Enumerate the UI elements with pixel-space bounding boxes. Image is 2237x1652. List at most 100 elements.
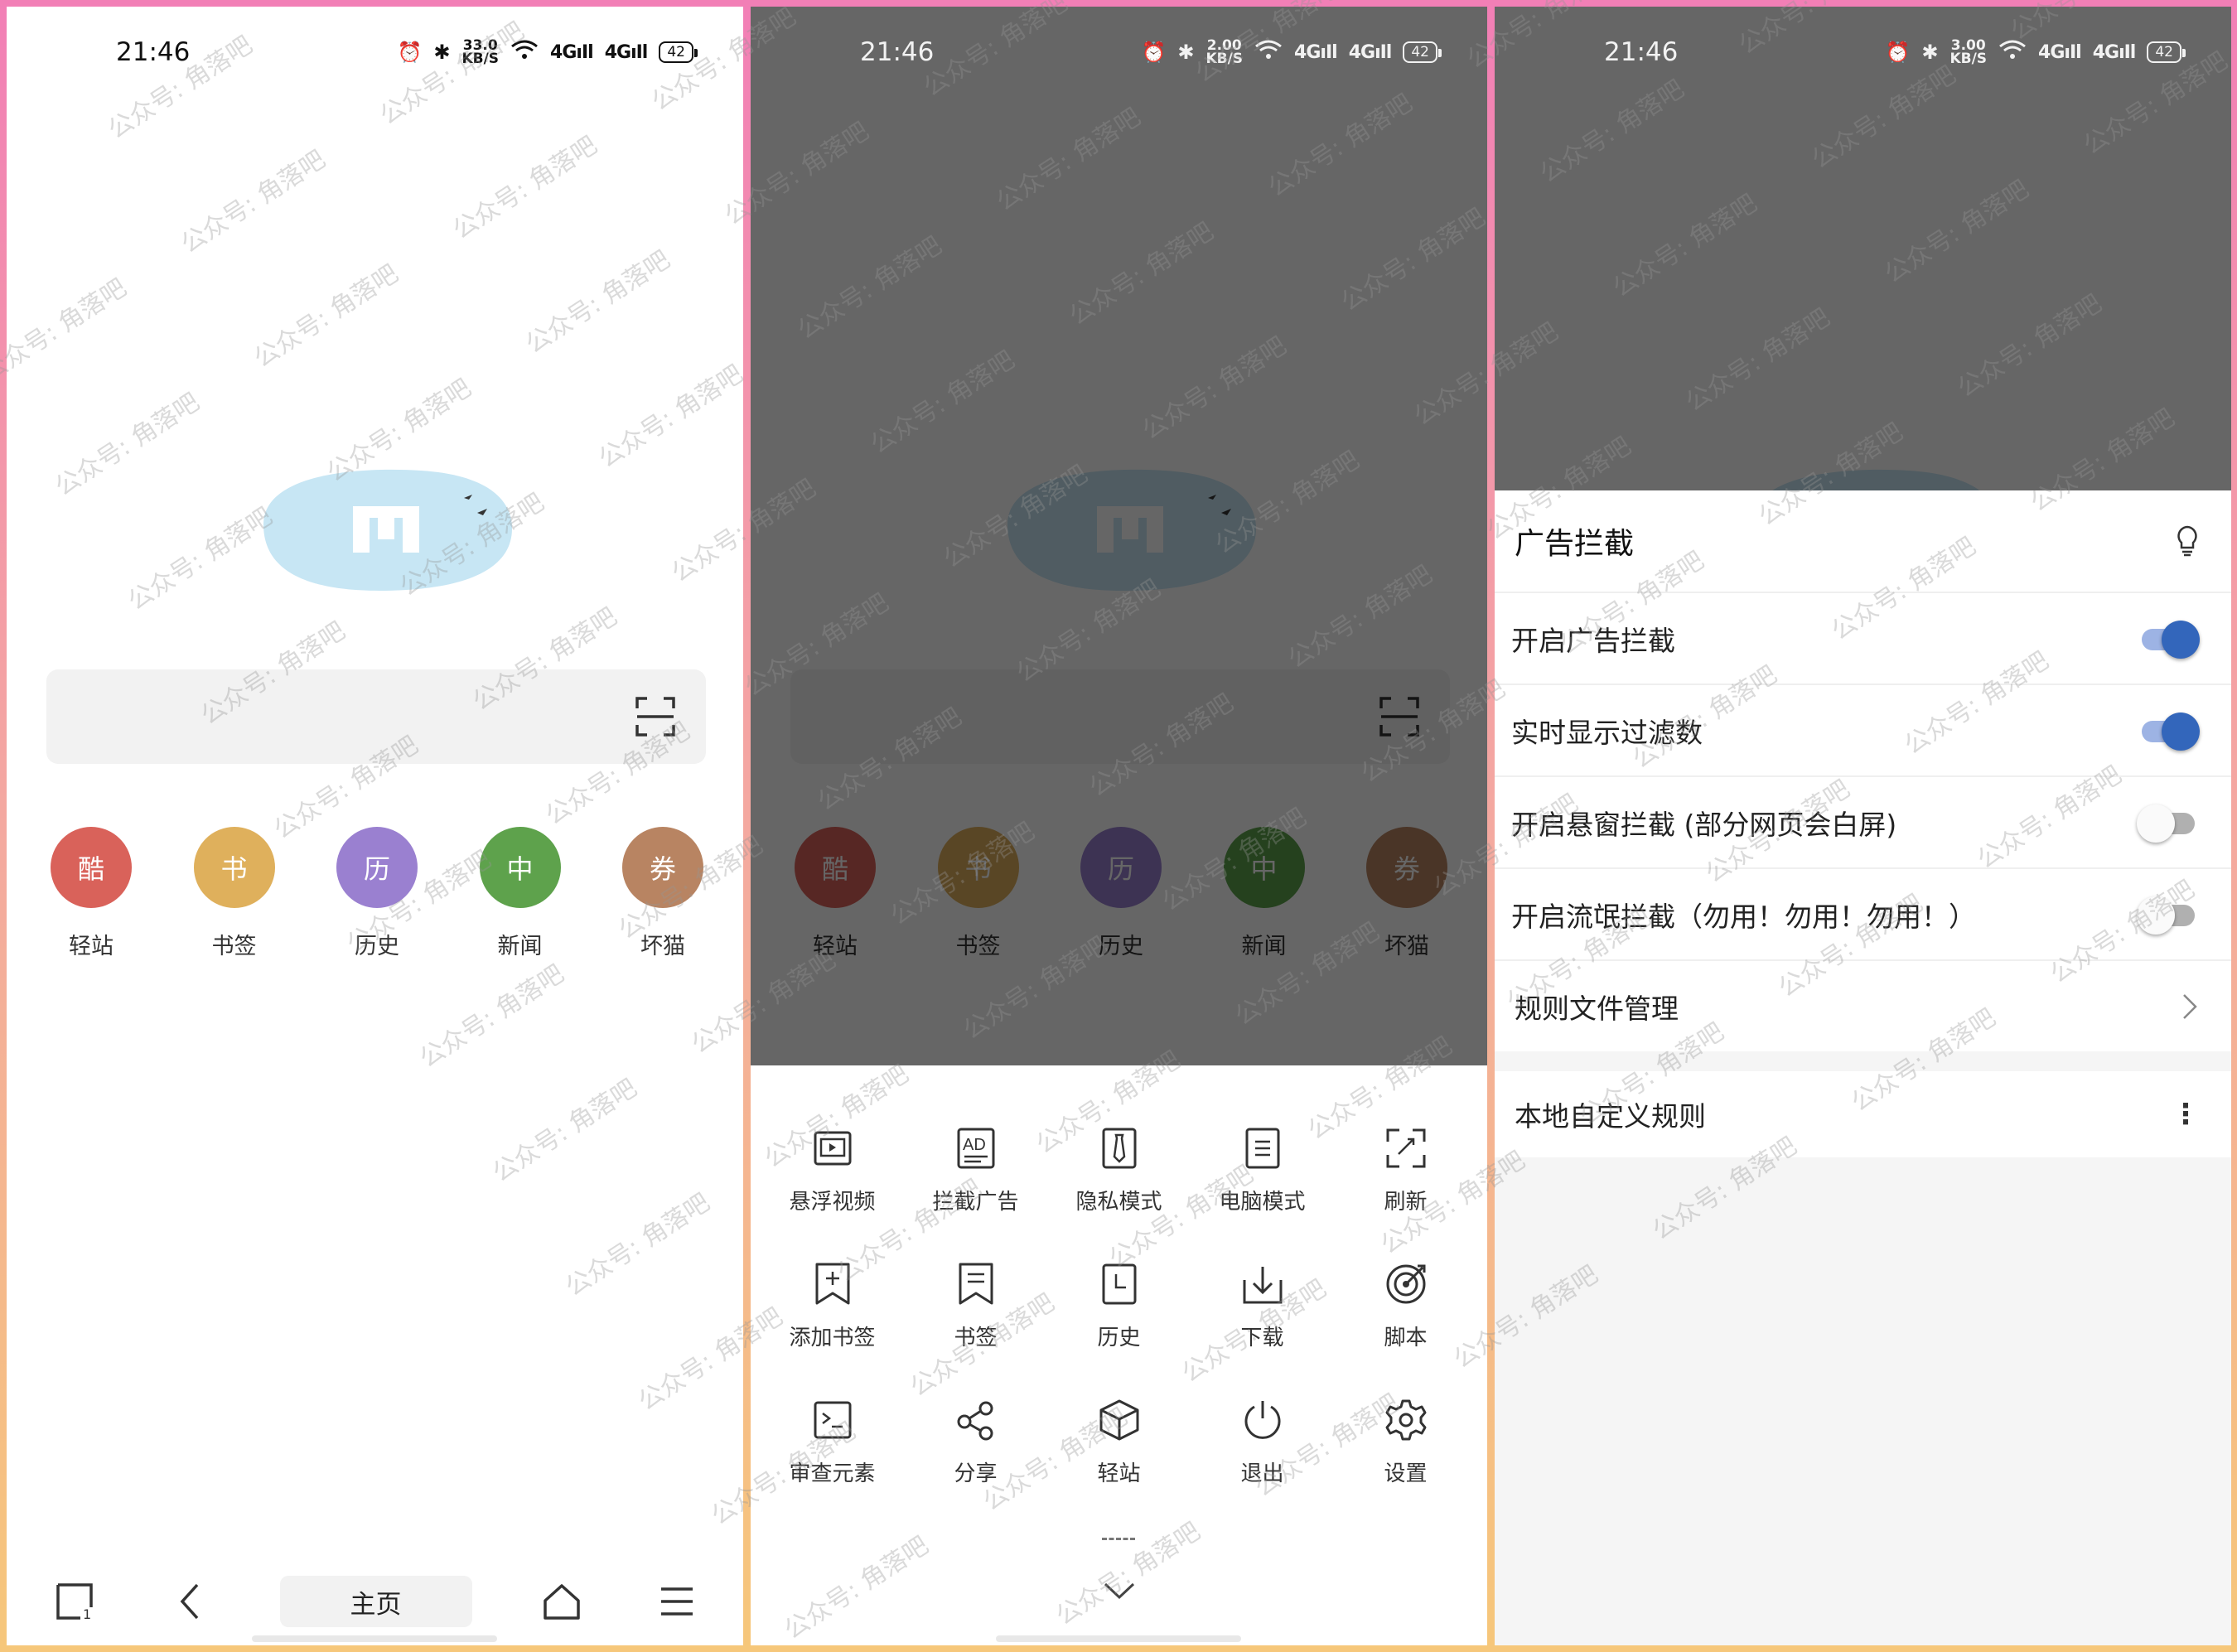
- scan-qr-icon[interactable]: [635, 696, 676, 737]
- status-time: 21:46: [116, 37, 191, 67]
- quick-link-label: 坏猫: [640, 934, 685, 959]
- home-address-button[interactable]: 主页: [279, 1576, 472, 1627]
- signal-4g-icon: 4GıIl: [1294, 41, 1338, 63]
- menu-button[interactable]: [652, 1577, 702, 1626]
- setting-floating-window-block[interactable]: 开启悬窗拦截 (部分网页会白屏): [1495, 775, 2231, 867]
- menu-item-label: 添加书签: [789, 1326, 876, 1350]
- collapse-chevron-icon[interactable]: [1099, 1579, 1140, 1604]
- menu-item-exit[interactable]: 退出: [1191, 1397, 1334, 1500]
- quick-link-icon: 书: [193, 827, 275, 908]
- quick-link-bad-cat[interactable]: 券 坏猫: [605, 827, 721, 960]
- menu-item-label: 脚本: [1384, 1326, 1428, 1350]
- menu-item-ad-block[interactable]: AD 拦截广告: [904, 1125, 1047, 1228]
- alarm-icon: ⏰: [1141, 41, 1167, 64]
- status-time: 21:46: [1604, 37, 1679, 67]
- setting-custom-rules[interactable]: 本地自定义规则 ⋮: [1495, 1071, 2231, 1157]
- setting-label: 开启广告拦截: [1511, 624, 1675, 657]
- settings-icon: [1383, 1397, 1429, 1443]
- signal-4g-icon: 4GıIl: [2038, 41, 2082, 63]
- bottom-navigation: 1 主页: [7, 1564, 743, 1639]
- setting-label: 规则文件管理: [1515, 992, 1679, 1025]
- network-speed: 33.0 KB/S: [461, 37, 500, 67]
- status-time: 21:46: [860, 37, 935, 67]
- menu-item-add-bookmark[interactable]: 添加书签: [761, 1261, 904, 1364]
- search-bar[interactable]: [46, 669, 706, 764]
- network-speed: 3.00 KB/S: [1950, 37, 1988, 67]
- hamburger-menu-icon: [661, 1587, 693, 1616]
- battery-indicator: 42: [2147, 41, 2186, 63]
- quick-link-history[interactable]: 历 历史: [319, 827, 435, 960]
- floating-video-icon: [809, 1125, 856, 1171]
- wifi-icon: [1998, 39, 2027, 65]
- desktop-mode-icon: [1239, 1125, 1286, 1171]
- alarm-icon: ⏰: [397, 41, 423, 64]
- gesture-bar: [252, 1635, 497, 1642]
- light-site-icon: [1096, 1397, 1143, 1443]
- ad-block-icon: AD: [953, 1125, 999, 1171]
- quick-link-icon: 酷: [51, 827, 132, 908]
- exit-icon: [1239, 1397, 1286, 1443]
- setting-label: 开启悬窗拦截 (部分网页会白屏): [1511, 808, 1897, 841]
- bookmarks-icon: [953, 1261, 999, 1307]
- menu-item-script[interactable]: 脚本: [1334, 1261, 1477, 1364]
- sheet-drag-handle[interactable]: [1102, 1538, 1135, 1540]
- tabs-icon: 1: [56, 1583, 93, 1621]
- menu-item-settings[interactable]: 设置: [1334, 1397, 1477, 1500]
- tabs-button[interactable]: 1: [50, 1577, 99, 1626]
- menu-item-label: 拦截广告: [932, 1190, 1019, 1215]
- quick-link-light-site[interactable]: 酷 轻站: [33, 827, 149, 960]
- svg-text:AD: AD: [963, 1136, 986, 1154]
- menu-item-label: 下载: [1240, 1326, 1284, 1350]
- add-bookmark-icon: [809, 1261, 856, 1307]
- menu-item-share[interactable]: 分享: [904, 1397, 1047, 1500]
- menu-item-label: 退出: [1240, 1461, 1284, 1486]
- menu-item-bookmarks[interactable]: 书签: [904, 1261, 1047, 1364]
- menu-item-download[interactable]: 下载: [1191, 1261, 1334, 1364]
- setting-label: 本地自定义规则: [1515, 1100, 1706, 1133]
- menu-item-privacy-mode[interactable]: 隐私模式: [1047, 1125, 1191, 1228]
- back-button[interactable]: [165, 1577, 215, 1626]
- battery-indicator: 42: [659, 41, 698, 63]
- menu-item-label: 审查元素: [789, 1461, 876, 1486]
- menu-item-floating-video[interactable]: 悬浮视频: [761, 1125, 904, 1228]
- share-icon: [953, 1397, 999, 1443]
- quick-link-icon: 中: [479, 827, 561, 908]
- toggle-switch[interactable]: [2137, 896, 2200, 935]
- browser-logo: [263, 469, 512, 591]
- menu-item-inspect-element[interactable]: 审查元素: [761, 1397, 904, 1500]
- more-options-icon[interactable]: ⋮: [2172, 1098, 2200, 1131]
- quick-link-icon: 券: [622, 827, 703, 908]
- setting-show-filter-count[interactable]: 实时显示过滤数: [1495, 684, 2231, 775]
- signal-4g-icon-2: 4GıIl: [1348, 41, 1393, 63]
- setting-rule-files[interactable]: 规则文件管理: [1495, 959, 2231, 1051]
- setting-rogue-block[interactable]: 开启流氓拦截（勿用！勿用！勿用！）: [1495, 867, 2231, 959]
- menu-grid: 悬浮视频 AD 拦截广告 隐私模式 电脑模式 刷新 添加书签 书签 历史 下载 …: [751, 1125, 1487, 1500]
- menu-item-desktop-mode[interactable]: 电脑模式: [1191, 1125, 1334, 1228]
- dim-overlay[interactable]: [751, 7, 1487, 1065]
- bluetooth-icon: ✱: [1921, 41, 1939, 64]
- lightbulb-icon[interactable]: [2175, 524, 2200, 558]
- house-icon: [544, 1584, 580, 1620]
- menu-item-history[interactable]: 历史: [1047, 1261, 1191, 1364]
- battery-indicator: 42: [1403, 41, 1442, 63]
- setting-enable-adblock[interactable]: 开启广告拦截: [1495, 592, 2231, 684]
- home-button[interactable]: [537, 1577, 587, 1626]
- refresh-icon: [1383, 1125, 1429, 1171]
- toggle-switch[interactable]: [2137, 804, 2200, 843]
- browser-menu-panel: 酷 轻站 书 书签 历 历史 中 新闻 券 坏猫 21:46 ⏰ ✱ 2.00K…: [751, 7, 1487, 1645]
- quick-link-bookmarks[interactable]: 书 书签: [176, 827, 292, 960]
- signal-4g-icon: 4GıIl: [550, 41, 594, 63]
- quick-link-news[interactable]: 中 新闻: [462, 827, 578, 960]
- menu-item-refresh[interactable]: 刷新: [1334, 1125, 1477, 1228]
- signal-4g-icon-2: 4GıIl: [2092, 41, 2137, 63]
- browser-home-panel: 21:46 ⏰ ✱ 33.0KB/S 4GıIl 4GıIl 42 酷 轻站: [7, 7, 743, 1645]
- menu-item-light-site[interactable]: 轻站: [1047, 1397, 1191, 1500]
- gesture-bar: [996, 1635, 1241, 1642]
- toggle-switch[interactable]: [2137, 620, 2200, 659]
- menu-item-label: 刷新: [1384, 1190, 1428, 1215]
- inspect-element-icon: [809, 1397, 856, 1443]
- toggle-switch[interactable]: [2137, 712, 2200, 751]
- menu-item-label: 隐私模式: [1075, 1190, 1162, 1215]
- signal-4g-icon-2: 4GıIl: [604, 41, 649, 63]
- settings-title: 广告拦截: [1515, 527, 1635, 561]
